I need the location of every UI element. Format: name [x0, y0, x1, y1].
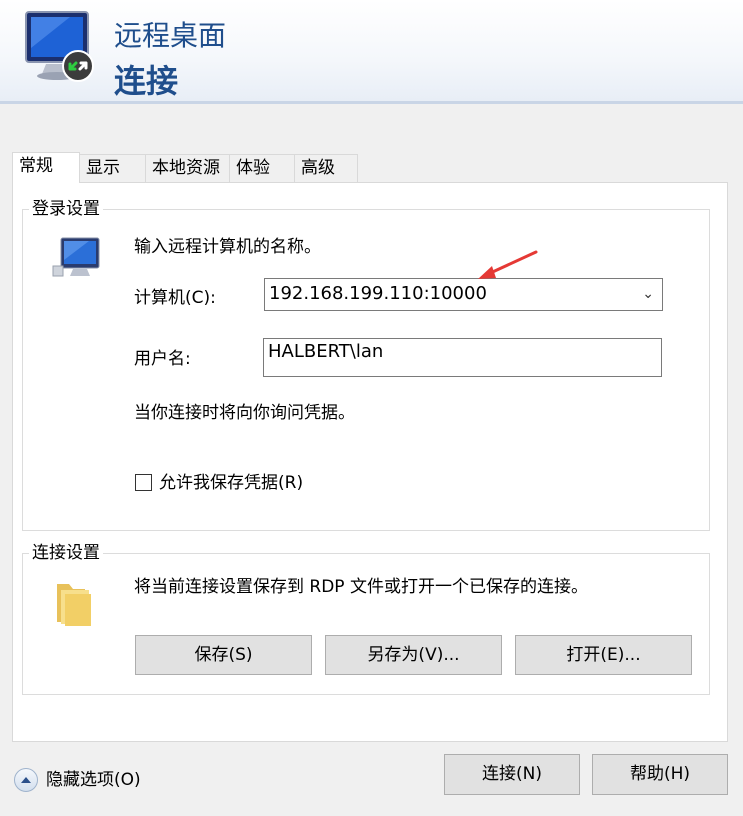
save-credentials-label[interactable]: 允许我保存凭据(R)	[159, 472, 303, 494]
dialog-title-line1: 远程桌面	[114, 19, 227, 52]
tab-display[interactable]: 显示	[79, 154, 146, 182]
remote-desktop-icon	[25, 11, 94, 82]
dialog-title-line2: 连接	[114, 62, 179, 100]
save-as-button[interactable]: 另存为(V)...	[325, 635, 502, 675]
username-field[interactable]: HALBERT\lan	[263, 338, 662, 377]
general-tab-panel: 登录设置 输入远程计算机的名称。 计算机(C): 192.168.199.110…	[12, 182, 728, 742]
tab-local-resources[interactable]: 本地资源	[145, 154, 230, 182]
save-button[interactable]: 保存(S)	[135, 635, 312, 675]
annotation-arrow-icon	[478, 250, 538, 279]
username-value: HALBERT\lan	[268, 341, 384, 362]
tab-general[interactable]: 常规	[12, 152, 80, 183]
chevron-up-icon[interactable]	[14, 768, 38, 792]
username-label: 用户名:	[134, 349, 191, 369]
login-settings-title: 登录设置	[29, 198, 103, 220]
connect-button[interactable]: 连接(N)	[444, 754, 580, 795]
save-credentials-checkbox[interactable]	[135, 474, 152, 491]
computer-label: 计算机(C):	[134, 288, 216, 308]
credentials-prompt-note: 当你连接时将向你询问凭据。	[134, 403, 355, 423]
help-button[interactable]: 帮助(H)	[592, 754, 728, 795]
connection-settings-group: 连接设置 将当前连接设置保存到 RDP 文件或打开一个已保存的连接。 保存(S)…	[22, 542, 710, 695]
tab-experience[interactable]: 体验	[229, 154, 295, 182]
folder-icon	[57, 584, 91, 626]
chevron-down-icon[interactable]: ⌄	[642, 279, 654, 309]
connection-settings-title: 连接设置	[29, 542, 103, 564]
connection-settings-description: 将当前连接设置保存到 RDP 文件或打开一个已保存的连接。	[134, 577, 588, 597]
tab-advanced[interactable]: 高级	[294, 154, 358, 182]
computer-value: 192.168.199.110:10000	[269, 283, 487, 304]
open-button[interactable]: 打开(E)...	[515, 635, 692, 675]
login-settings-group: 登录设置 输入远程计算机的名称。 计算机(C): 192.168.199.110…	[22, 198, 710, 531]
hide-options-label[interactable]: 隐藏选项(O)	[46, 769, 141, 791]
dialog-header: 远程桌面 连接	[0, 0, 743, 104]
computer-name-instruction: 输入远程计算机的名称。	[134, 237, 321, 257]
computer-icon	[52, 237, 100, 277]
computer-combobox[interactable]: 192.168.199.110:10000 ⌄	[264, 278, 663, 311]
